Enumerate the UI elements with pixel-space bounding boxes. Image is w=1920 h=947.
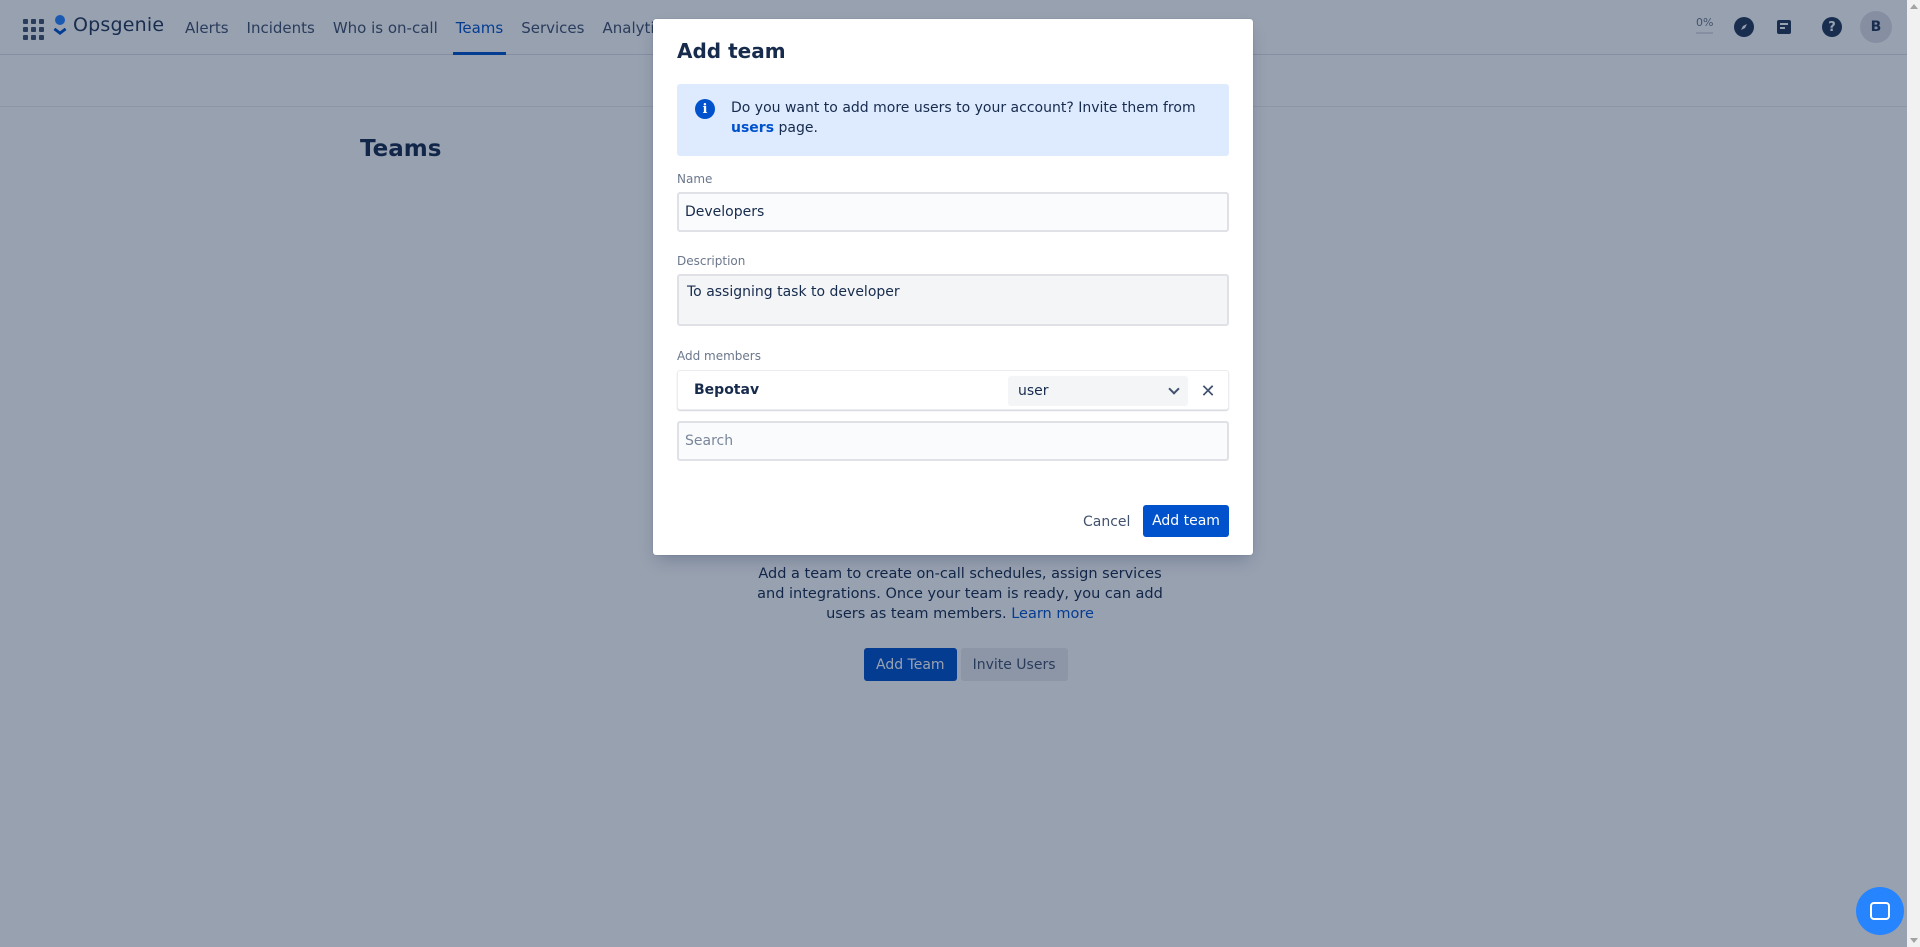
info-text-before: Do you want to add more users to your ac… <box>731 100 1196 116</box>
name-input[interactable]: Developers <box>677 192 1229 232</box>
member-name: Bepotav <box>694 382 760 398</box>
info-message: Do you want to add more users to your ac… <box>731 98 1201 138</box>
info-text-after: page. <box>778 120 818 136</box>
member-row: Bepotav user ✕ <box>677 370 1229 410</box>
cancel-button[interactable]: Cancel <box>1073 506 1140 538</box>
member-role-select[interactable]: user <box>1008 376 1188 406</box>
page-scrollbar[interactable] <box>1907 0 1920 947</box>
dialog-title: Add team <box>677 39 786 63</box>
member-search-input[interactable]: Search <box>677 421 1229 461</box>
info-banner: i Do you want to add more users to your … <box>677 84 1229 156</box>
add-members-label: Add members <box>677 349 761 363</box>
description-textarea[interactable]: To assigning task to developer <box>677 274 1229 326</box>
chat-icon <box>1870 902 1890 920</box>
chat-support-button[interactable] <box>1856 887 1904 935</box>
name-label: Name <box>677 172 713 186</box>
add-team-dialog: Add team i Do you want to add more users… <box>653 19 1253 555</box>
member-role-value: user <box>1018 383 1049 399</box>
description-label: Description <box>677 254 746 268</box>
info-icon: i <box>695 99 715 119</box>
remove-member-close-icon[interactable]: ✕ <box>1196 379 1220 403</box>
submit-add-team-button[interactable]: Add team <box>1143 505 1229 537</box>
users-link[interactable]: users <box>731 120 774 136</box>
chevron-down-icon <box>1168 383 1180 395</box>
